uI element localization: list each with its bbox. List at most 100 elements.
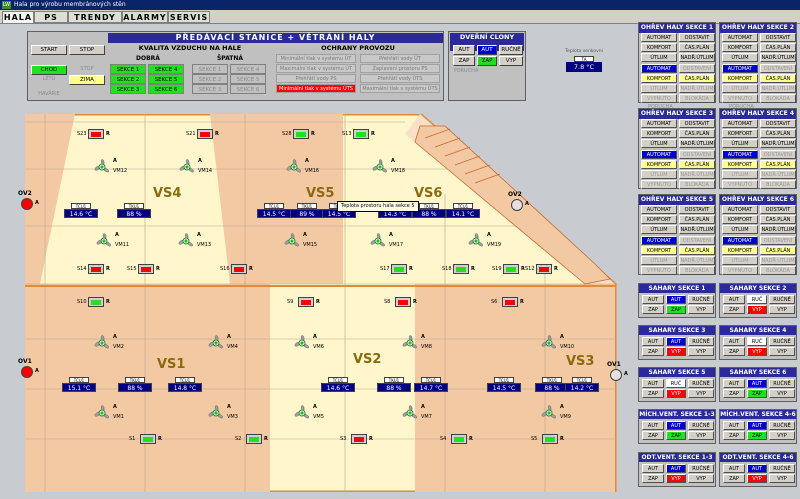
zap-button[interactable]: ZAP <box>642 347 664 356</box>
zap-button[interactable]: ZAP <box>723 305 745 314</box>
fan-icon[interactable]: A VM7 <box>401 404 432 422</box>
heater-icon[interactable]: R S14 <box>77 264 110 274</box>
heat-odstavit[interactable]: ODSTAVIT <box>679 205 715 214</box>
fan-icon[interactable]: A VM14 <box>178 158 212 176</box>
heat-komfort[interactable]: KOMFORT <box>722 215 758 224</box>
heater-icon[interactable]: R S28 <box>282 129 315 139</box>
start-button[interactable]: START <box>31 45 67 55</box>
heater-icon[interactable]: R S17 <box>380 264 413 274</box>
tab-hala[interactable]: HALA <box>2 11 34 23</box>
heater-icon[interactable]: R S9 <box>287 297 320 307</box>
heater-icon[interactable]: R S19 <box>492 264 525 274</box>
heat-automat[interactable]: AUTOMAT <box>722 33 758 42</box>
heater-icon[interactable]: R S21 <box>186 129 219 139</box>
fan-icon[interactable]: A VM12 <box>93 158 127 176</box>
aut-button[interactable]: AUT <box>642 464 664 473</box>
heat-komfort[interactable]: KOMFORT <box>641 43 677 52</box>
heater-icon[interactable]: R S12 <box>525 264 558 274</box>
temp-sensor[interactable]: TCU1 14.6 °C <box>321 377 355 393</box>
heat-cas-plan[interactable]: ČAS.PLÁN <box>679 215 715 224</box>
vyp-button[interactable]: VYP <box>688 305 714 314</box>
heater-icon[interactable]: R S16 <box>220 264 253 274</box>
aut-button[interactable]: AUT <box>723 295 745 304</box>
doors-aut-button[interactable]: AUT <box>453 45 475 55</box>
temp-sensor[interactable]: TKU1 88 % <box>118 377 152 393</box>
fan-icon[interactable]: A VM4 <box>207 334 238 352</box>
heat-automat[interactable]: AUTOMAT <box>641 205 677 214</box>
temp-sensor[interactable]: TCU1 15.1 °C <box>62 377 96 393</box>
heater-icon[interactable]: R S15 <box>127 264 160 274</box>
fan-icon[interactable]: A VM6 <box>293 334 324 352</box>
heater-icon[interactable]: R S5 <box>531 434 564 444</box>
rucne-button[interactable]: RUČNĚ <box>688 421 714 430</box>
heat-utlum[interactable]: ÚTLUM <box>722 225 758 234</box>
heater-icon[interactable]: R S10 <box>77 297 110 307</box>
fan-icon[interactable]: A VM3 <box>207 404 238 422</box>
temp-sensor[interactable]: TKU1 88 % <box>377 377 411 393</box>
heat-automat[interactable]: AUTOMAT <box>641 119 677 128</box>
rucne-button[interactable]: RUČNĚ <box>688 337 714 346</box>
rucne-button[interactable]: RUČNĚ <box>769 464 795 473</box>
temp-sensor[interactable]: TCU1 14.8 °C <box>168 377 202 393</box>
zap-button[interactable]: ZAP <box>642 305 664 314</box>
rucne-button[interactable]: RUČNĚ <box>769 421 795 430</box>
doors-vyp-button[interactable]: VYP <box>499 56 523 66</box>
aut-button[interactable]: AUT <box>723 421 745 430</box>
zap-button[interactable]: ZAP <box>723 431 745 440</box>
aut-button[interactable]: AUT <box>642 421 664 430</box>
heater-icon[interactable]: R S1 <box>129 434 162 444</box>
heat-komfort[interactable]: KOMFORT <box>722 43 758 52</box>
vyp-button[interactable]: VYP <box>688 431 714 440</box>
fan-icon[interactable]: A VM10 <box>540 334 574 352</box>
temp-sensor[interactable]: TCU1 14.7 °C <box>414 377 448 393</box>
vyp-button[interactable]: VYP <box>769 347 795 356</box>
vyp-button[interactable]: VYP <box>688 347 714 356</box>
heat-komfort[interactable]: KOMFORT <box>641 129 677 138</box>
heater-icon[interactable]: R S23 <box>77 129 110 139</box>
temp-sensor[interactable]: TCU1 14.6 °C <box>64 203 98 219</box>
heat-odstavit[interactable]: ODSTAVIT <box>760 119 796 128</box>
fan-icon[interactable]: A VM11 <box>95 232 129 250</box>
tab-servis[interactable]: SERVIS <box>168 11 210 23</box>
heat-odstavit[interactable]: ODSTAVIT <box>679 33 715 42</box>
heater-icon[interactable]: R S13 <box>342 129 375 139</box>
rucne-button[interactable]: RUČNĚ <box>688 464 714 473</box>
rucne-button[interactable]: RUČNĚ <box>769 379 795 388</box>
heat-odstavit[interactable]: ODSTAVIT <box>679 119 715 128</box>
heat-odstavit[interactable]: ODSTAVIT <box>760 205 796 214</box>
fan-icon[interactable]: A VM13 <box>177 232 211 250</box>
temp-sensor[interactable]: TCU1 14.1 °C <box>446 203 480 219</box>
tab-trendy[interactable]: TRENDY <box>68 11 122 23</box>
heat-nadr-utlum[interactable]: NADŘ.ÚTLUM <box>679 139 715 148</box>
heat-utlum[interactable]: ÚTLUM <box>641 139 677 148</box>
heater-icon[interactable]: R S2 <box>235 434 268 444</box>
zap-button[interactable]: ZAP <box>723 474 745 483</box>
rucne-button[interactable]: RUČNĚ <box>769 337 795 346</box>
door-curtain-icon[interactable]: OV2 A <box>18 190 39 210</box>
temp-sensor[interactable]: TKU1 88 % <box>117 203 151 219</box>
heat-automat[interactable]: AUTOMAT <box>722 119 758 128</box>
heater-icon[interactable]: R S18 <box>442 264 475 274</box>
heat-nadr-utlum[interactable]: NADŘ.ÚTLUM <box>679 53 715 62</box>
aut-button[interactable]: AUT <box>642 295 664 304</box>
stop-button[interactable]: STOP <box>69 45 105 55</box>
zap-button[interactable]: ZAP <box>642 474 664 483</box>
doors-rucne-button[interactable]: RUČNĚ <box>499 45 523 55</box>
heat-utlum[interactable]: ÚTLUM <box>641 53 677 62</box>
zap-button[interactable]: ZAP <box>642 389 664 398</box>
heat-automat[interactable]: AUTOMAT <box>722 205 758 214</box>
temp-sensor[interactable]: TKU1 88 % <box>535 377 569 393</box>
heat-utlum[interactable]: ÚTLUM <box>722 139 758 148</box>
vyp-button[interactable]: VYP <box>688 389 714 398</box>
fan-icon[interactable]: A VM1 <box>93 404 124 422</box>
door-curtain-icon[interactable]: OV1 A <box>607 361 628 381</box>
heat-cas-plan[interactable]: ČAS.PLÁN <box>679 43 715 52</box>
heat-komfort[interactable]: KOMFORT <box>641 215 677 224</box>
aut-button[interactable]: AUT <box>723 337 745 346</box>
vyp-button[interactable]: VYP <box>769 389 795 398</box>
rucne-button[interactable]: RUČNĚ <box>688 379 714 388</box>
fan-icon[interactable]: A VM18 <box>371 158 405 176</box>
heat-automat[interactable]: AUTOMAT <box>641 33 677 42</box>
zap-button[interactable]: ZAP <box>642 431 664 440</box>
tab-ps[interactable]: PS <box>34 11 68 23</box>
